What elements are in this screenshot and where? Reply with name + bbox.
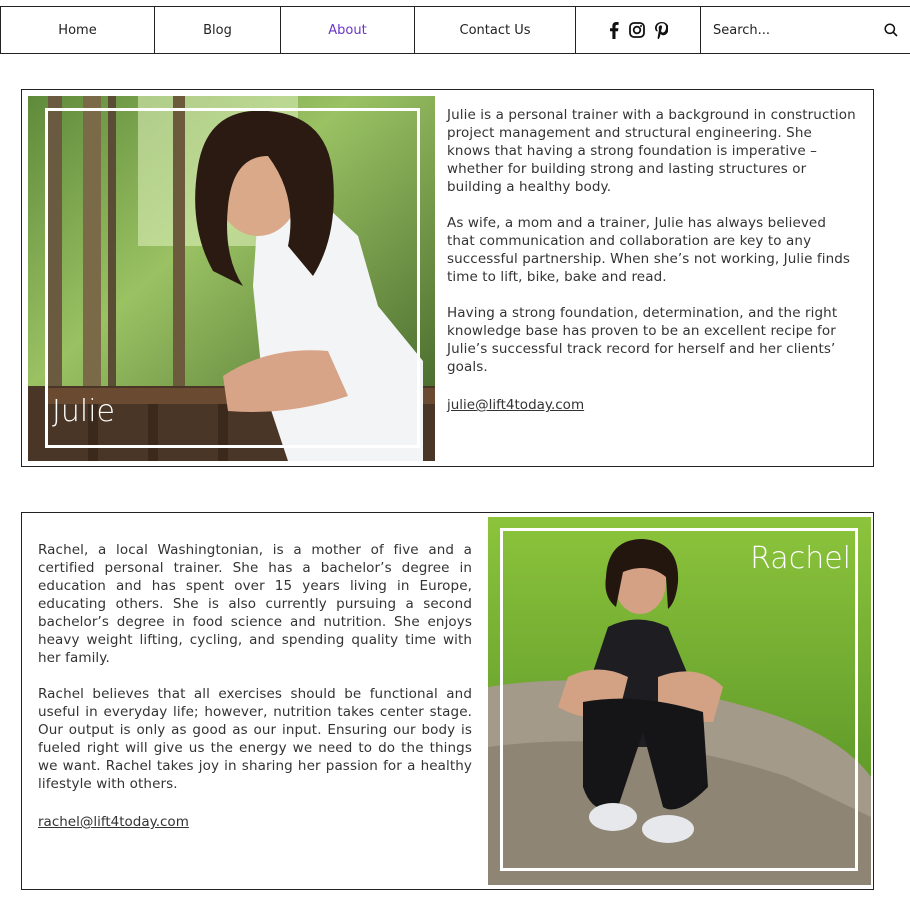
rachel-card: Rachel, a local Washingtonian, is a moth… [21,512,874,890]
julie-bio: Julie is a personal trainer with a backg… [447,106,857,413]
julie-photo: Julie [28,96,435,461]
rachel-email-link[interactable]: rachel@lift4today.com [38,814,189,830]
nav-home[interactable]: Home [0,7,155,53]
top-nav: Home Blog About Contact Us [0,6,910,54]
search-icon[interactable] [884,23,898,37]
pinterest-icon[interactable] [654,21,668,39]
julie-bio-paragraph-3: Having a strong foundation, determinatio… [447,305,838,375]
julie-email-link[interactable]: julie@lift4today.com [447,397,584,413]
instagram-icon[interactable] [628,22,645,38]
rachel-photo: Rachel [488,517,871,885]
search-bar [701,7,910,53]
facebook-icon[interactable] [609,21,619,39]
rachel-bio-paragraph-2: Rachel believes that all exercises shoul… [38,686,472,792]
social-bar [576,7,701,53]
julie-name-overlay: Julie [52,394,115,429]
rachel-bio: Rachel, a local Washingtonian, is a moth… [38,541,472,830]
rachel-bio-paragraph-1: Rachel, a local Washingtonian, is a moth… [38,542,472,666]
julie-bio-paragraph-1: Julie is a personal trainer with a backg… [447,107,856,195]
search-input[interactable] [713,22,884,38]
rachel-photo-frame [500,528,858,871]
julie-card: Julie Julie is a personal trainer with a… [21,89,874,467]
rachel-name-overlay: Rachel [750,541,851,576]
nav-blog[interactable]: Blog [155,7,281,53]
nav-contact-us[interactable]: Contact Us [415,7,576,53]
nav-about[interactable]: About [281,7,415,53]
julie-bio-paragraph-2: As wife, a mom and a trainer, Julie has … [447,215,851,285]
